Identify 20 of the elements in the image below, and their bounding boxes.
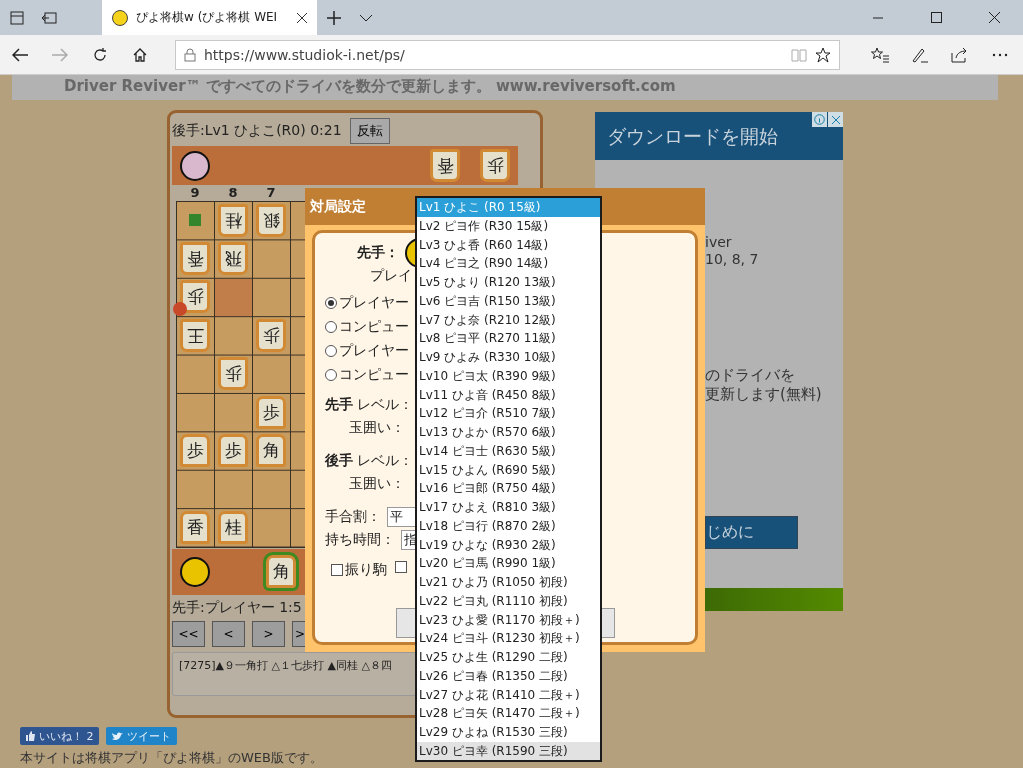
sente-player-label: 先手:プレイヤー 1:5 [172, 598, 302, 617]
ad-text: 10, 8, 7 [705, 251, 760, 268]
sente-label: 先手： [357, 244, 399, 262]
file-number: 8 [227, 185, 239, 201]
gote-player-label: 後手:Lv1 ひよこ(R0) 0:21 [172, 121, 342, 140]
ad-text: 更新します(無料) [705, 385, 823, 404]
setting-label: 手合割： [325, 507, 381, 526]
ad-text: のドライバを [705, 366, 796, 385]
setting-label: 玉囲い： [348, 418, 405, 437]
setting-label: 先手 レベル： [325, 395, 405, 414]
setting-label: 持ち時間： [325, 530, 395, 549]
banner-text: Driver Reviver™ ですべてのドライバを数分で更新します。 www.reviversoft.com [64, 77, 676, 96]
file-number: 9 [189, 185, 201, 201]
setting-label: 後手 レベル： [325, 451, 405, 470]
file-number: 7 [265, 185, 277, 201]
setting-label: 玉囲い： [348, 474, 405, 493]
ad-text: iver [705, 234, 733, 251]
ad-title: ダウンロードを開始 [595, 112, 843, 160]
player-name: プレイ [370, 267, 412, 285]
intro-text: 本サイトは将棋アプリ「ぴよ将棋」のWEB版です。 [20, 749, 323, 767]
